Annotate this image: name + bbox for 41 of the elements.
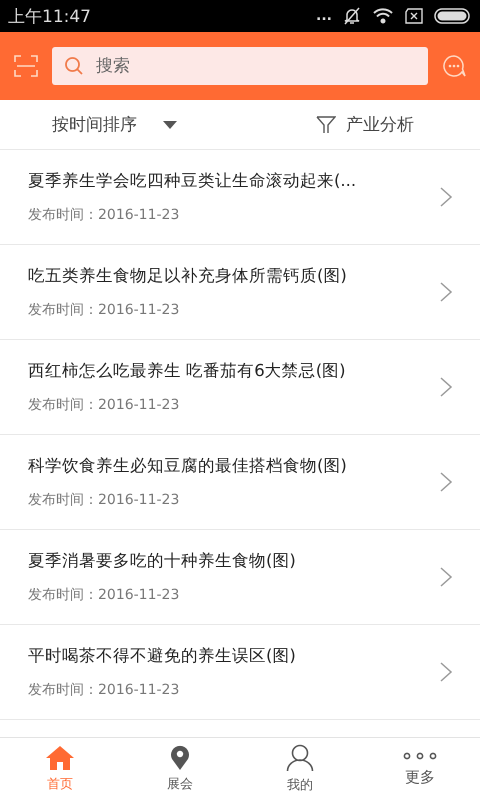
article-item[interactable]: 夏季消暑要多吃的十种养生食物(图) 发布时间：2016-11-23: [0, 530, 480, 625]
chevron-icon: [440, 187, 452, 207]
article-title: 平时喝茶不得不避免的养生误区(图): [28, 645, 297, 667]
article-date: 发布时间：2016-11-23: [28, 206, 180, 224]
caret-icon: [163, 120, 177, 128]
status-dots: ...: [316, 8, 332, 24]
chevron-icon: [440, 662, 452, 682]
more-icon: [403, 752, 437, 760]
status-time: 上午11:47: [8, 6, 91, 28]
article-item[interactable]: 平时喝茶不得不避免的养生误区(图) 发布时间：2016-11-23: [0, 625, 480, 720]
chevron-icon: [440, 472, 452, 492]
analysis-button[interactable]: 产业分析: [316, 113, 414, 136]
wifi-icon: [372, 7, 394, 25]
article-item[interactable]: 西红柿怎么吃最养生 吃番茄有6大禁忌(图) 发布时间：2016-11-23: [0, 340, 480, 435]
article-date: 发布时间：2016-11-23: [28, 396, 180, 414]
scan-icon[interactable]: [14, 55, 38, 77]
chevron-icon: [440, 567, 452, 587]
article-item[interactable]: 吃五类养生食物足以补充身体所需钙质(图) 发布时间：2016-11-23: [0, 245, 480, 340]
article-item[interactable]: 夏季养生学会吃四种豆类让生命滚动起来(... 发布时间：2016-11-23: [0, 150, 480, 245]
bell-off-icon: [342, 6, 362, 26]
search-field[interactable]: 搜索: [52, 47, 428, 85]
article-date: 发布时间：2016-11-23: [28, 681, 180, 699]
chevron-icon: [440, 282, 452, 302]
article-date: 发布时间：2016-11-23: [28, 586, 180, 604]
article-item[interactable]: 科学饮食养生必知豆腐的最佳搭档食物(图) 发布时间：2016-11-23: [0, 435, 480, 530]
article-title: 吃五类养生食物足以补充身体所需钙质(图): [28, 265, 348, 287]
home-icon: [45, 745, 75, 771]
chat-icon[interactable]: [442, 54, 466, 78]
person-icon: [286, 744, 314, 772]
battery-icon: [434, 7, 472, 25]
sort-dropdown[interactable]: 按时间排序: [52, 113, 177, 136]
article-date: 发布时间：2016-11-23: [28, 301, 180, 319]
article-title: 西红柿怎么吃最养生 吃番茄有6大禁忌(图): [28, 360, 347, 382]
sim-icon: [404, 8, 424, 24]
article-title: 夏季消暑要多吃的十种养生食物(图): [28, 550, 297, 572]
article-date: 发布时间：2016-11-23: [28, 491, 180, 509]
chevron-icon: [440, 377, 452, 397]
map-pin-icon: [169, 745, 191, 771]
article-title: 夏季养生学会吃四种豆类让生命滚动起来(...: [28, 170, 358, 192]
funnel-icon: [316, 114, 336, 134]
article-title: 科学饮食养生必知豆腐的最佳搭档食物(图): [28, 455, 348, 477]
